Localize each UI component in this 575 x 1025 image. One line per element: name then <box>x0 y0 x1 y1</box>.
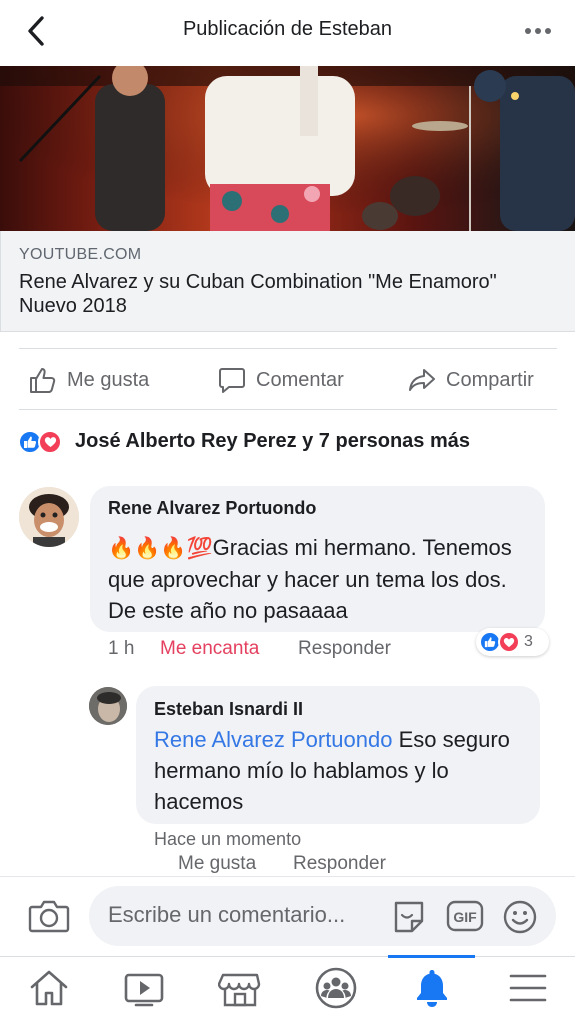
groups-icon <box>315 967 357 1009</box>
avatar-caricature <box>19 487 79 547</box>
comment-reaction-button[interactable]: Me encanta <box>160 638 259 660</box>
bell-icon <box>417 970 447 1007</box>
comment-reply-button[interactable]: Responder <box>293 853 386 875</box>
concert-photo <box>0 66 575 231</box>
like-label: Me gusta <box>67 368 150 391</box>
comment-like-button[interactable]: Me gusta <box>178 853 256 875</box>
thumbs-up-icon <box>30 368 56 393</box>
tab-marketplace[interactable] <box>217 966 262 1010</box>
comment-input-placeholder: Escribe un comentario... <box>108 902 346 927</box>
comment-text: 🔥🔥🔥💯Gracias mi hermano. Tenemos que apro… <box>108 532 528 626</box>
marketplace-icon <box>217 973 261 1007</box>
gif-button[interactable]: GIF <box>446 899 484 933</box>
reaction-icons[interactable] <box>18 428 62 456</box>
smiley-icon <box>503 900 537 934</box>
svg-text:GIF: GIF <box>453 909 477 925</box>
share-button[interactable]: Compartir <box>407 362 534 398</box>
love-reaction-icon <box>38 430 62 454</box>
emoji-button[interactable] <box>502 899 538 935</box>
more-icon <box>525 28 551 34</box>
love-reaction-icon <box>498 631 520 653</box>
avatar-photo <box>89 687 127 725</box>
like-button[interactable]: Me gusta <box>28 362 149 398</box>
reaction-count: 3 <box>524 633 533 650</box>
sticker-button[interactable] <box>390 897 428 935</box>
share-label: Compartir <box>446 368 534 391</box>
sticker-icon <box>394 901 424 933</box>
comment-text: Rene Alvarez Portuondo Eso seguro herman… <box>154 724 524 817</box>
tab-groups[interactable] <box>314 966 358 1010</box>
avatar[interactable] <box>89 687 127 725</box>
comment-button[interactable]: Comentar <box>217 362 344 398</box>
comment-time: Hace un momento <box>154 829 302 849</box>
comment-author[interactable]: Rene Alvarez Portuondo <box>108 498 316 519</box>
reactions-summary-text[interactable]: José Alberto Rey Perez y 7 personas más <box>75 430 470 453</box>
comment-mention-link[interactable]: Rene Alvarez Portuondo <box>154 727 393 752</box>
tab-home[interactable] <box>27 966 71 1010</box>
comment-emoji: 🔥🔥🔥💯 <box>108 537 213 560</box>
comment-label: Comentar <box>256 368 344 391</box>
avatar[interactable] <box>19 487 79 547</box>
camera-icon <box>28 900 70 933</box>
share-icon <box>409 369 435 391</box>
comment-author[interactable]: Esteban Isnardi II <box>154 699 303 720</box>
video-icon <box>124 973 164 1007</box>
comment-reactions-badge[interactable]: 3 <box>476 628 549 656</box>
link-preview-image[interactable] <box>0 66 575 231</box>
more-options-button[interactable] <box>522 18 556 42</box>
home-icon <box>30 970 68 1006</box>
active-tab-indicator <box>388 955 475 958</box>
tab-notifications[interactable] <box>410 966 454 1010</box>
gif-icon: GIF <box>446 900 484 932</box>
page-title: Publicación de Esteban <box>182 18 393 40</box>
link-title[interactable]: Rene Alvarez y su Cuban Combination "Me … <box>19 270 539 318</box>
comment-icon <box>219 368 245 393</box>
divider <box>19 409 557 410</box>
comment-reply-button[interactable]: Responder <box>298 638 391 660</box>
tab-watch[interactable] <box>122 966 166 1010</box>
tab-menu[interactable] <box>506 966 550 1010</box>
divider <box>19 348 557 349</box>
camera-button[interactable] <box>28 897 70 935</box>
bottom-tab-bar <box>0 956 575 1025</box>
menu-icon <box>509 974 547 1002</box>
link-domain: YOUTUBE.COM <box>19 246 142 263</box>
comment-time: 1 h <box>108 638 135 659</box>
